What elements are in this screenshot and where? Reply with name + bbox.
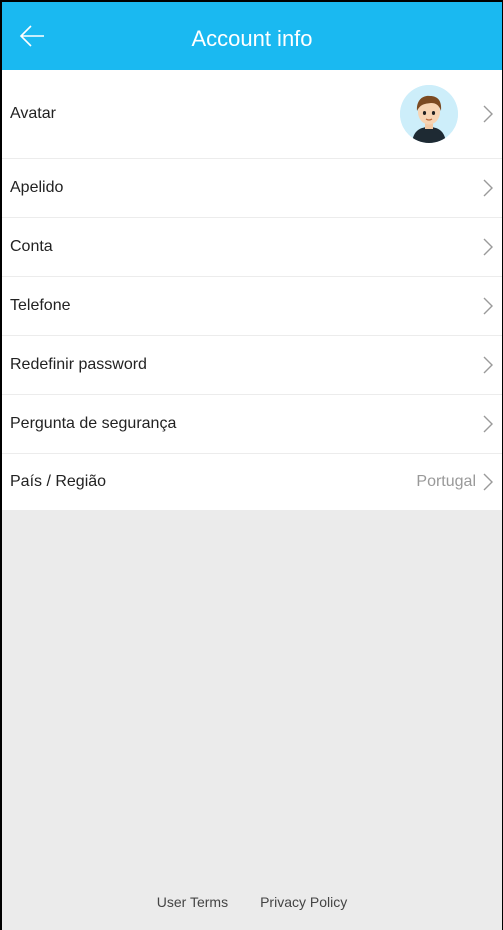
row-label-reset-password: Redefinir password — [10, 356, 147, 373]
account-info-list: Avatar Apelido Conta Telefone Redefinir … — [2, 70, 502, 510]
chevron-right-icon — [480, 178, 496, 198]
row-phone[interactable]: Telefone — [2, 277, 502, 336]
row-label-nickname: Apelido — [10, 179, 64, 196]
avatar — [400, 85, 458, 143]
row-reset-password[interactable]: Redefinir password — [2, 336, 502, 395]
top-bar: Account info — [2, 2, 502, 70]
chevron-right-icon — [480, 414, 496, 434]
chevron-right-icon — [480, 296, 496, 316]
row-avatar[interactable]: Avatar — [2, 70, 502, 159]
row-label-security-question: Pergunta de segurança — [10, 415, 177, 432]
user-terms-link[interactable]: User Terms — [157, 894, 228, 910]
chevron-right-icon — [480, 355, 496, 375]
privacy-policy-link[interactable]: Privacy Policy — [260, 894, 347, 910]
row-account[interactable]: Conta — [2, 218, 502, 277]
app-window: Account info Avatar Apelido Conta Telefo… — [0, 0, 503, 930]
footer-links: User Terms Privacy Policy — [2, 894, 502, 910]
chevron-right-icon — [480, 472, 496, 492]
page-title: Account info — [191, 26, 313, 51]
chevron-right-icon — [480, 104, 496, 124]
chevron-right-icon — [480, 237, 496, 257]
row-country-region[interactable]: País / Região Portugal — [2, 454, 502, 510]
row-value-country: Portugal — [416, 473, 476, 490]
row-security-question[interactable]: Pergunta de segurança — [2, 395, 502, 454]
avatar-image — [400, 85, 458, 143]
row-label-account: Conta — [10, 238, 53, 255]
row-label-avatar: Avatar — [10, 105, 56, 122]
row-label-phone: Telefone — [10, 297, 71, 314]
row-label-country-region: País / Região — [10, 473, 107, 490]
row-nickname[interactable]: Apelido — [2, 159, 502, 218]
